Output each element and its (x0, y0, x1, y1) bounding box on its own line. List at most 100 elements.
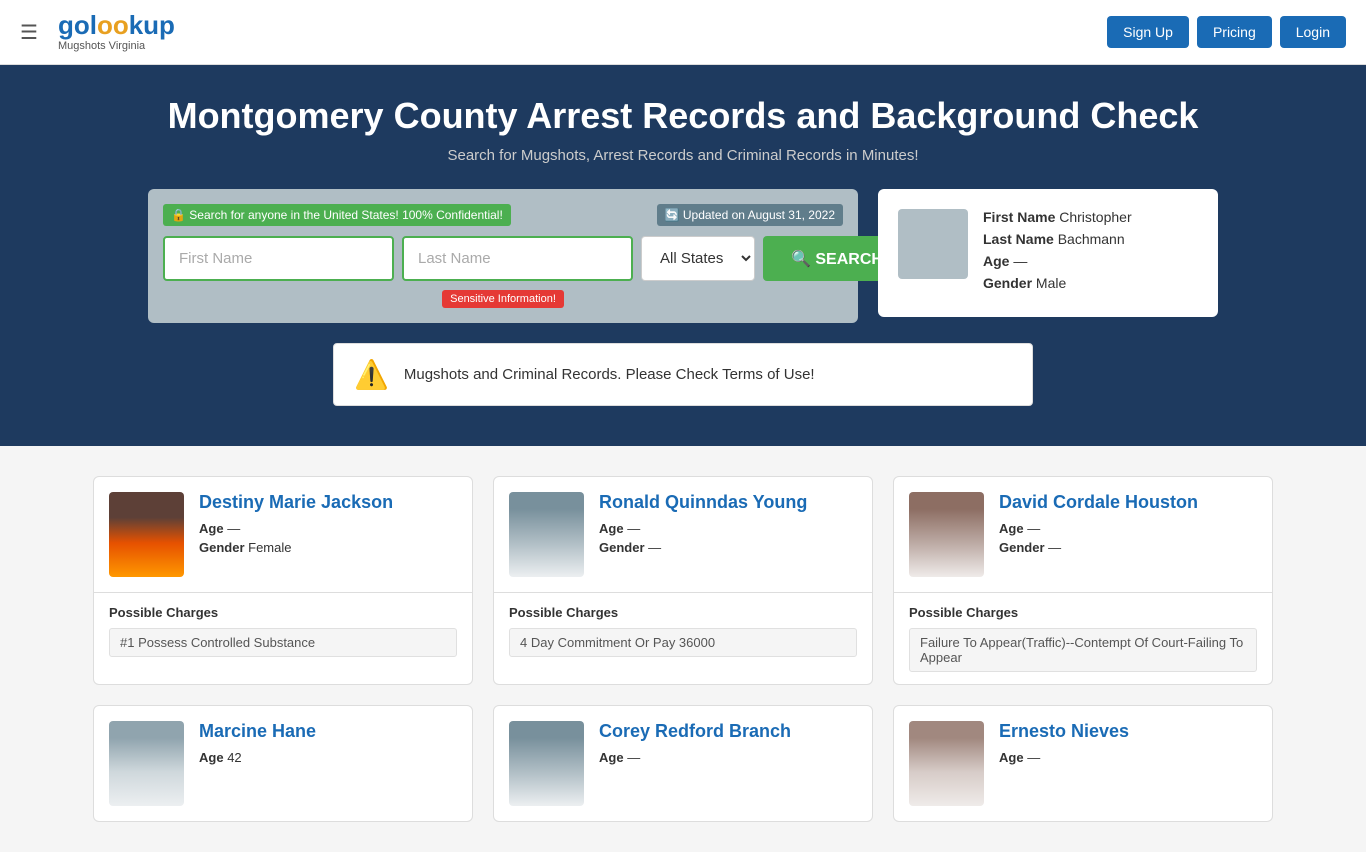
person-details: Age —Gender — (999, 521, 1198, 555)
first-name-value: Christopher (1059, 209, 1131, 225)
age-label: Age (199, 521, 224, 536)
person-details: Age 42 (199, 750, 316, 765)
charges-title: Possible Charges (109, 605, 457, 620)
person-name: Ronald Quinndas Young (599, 492, 807, 513)
hero-content: 🔒 Search for anyone in the United States… (83, 189, 1283, 323)
person-card-top: Destiny Marie Jackson Age — Gender Female (94, 477, 472, 592)
age-label: Age (199, 750, 224, 765)
hero-section: Montgomery County Arrest Records and Bac… (0, 65, 1366, 446)
person-card[interactable]: Ernesto Nieves Age — (893, 705, 1273, 822)
age-label: Age (599, 750, 624, 765)
logo-subtitle: Mugshots Virginia (58, 40, 145, 52)
search-inputs-row: All States 🔍 SEARCH (163, 236, 843, 281)
hamburger-menu-icon[interactable]: ☰ (20, 20, 38, 45)
hero-subtitle: Search for Mugshots, Arrest Records and … (20, 147, 1346, 164)
person-avatar (109, 492, 184, 577)
state-select[interactable]: All States (641, 236, 755, 281)
person-details: Age — Gender Female (199, 521, 393, 555)
people-grid: Destiny Marie Jackson Age —Gender Female… (93, 476, 1273, 822)
person-card[interactable]: Ronald Quinndas Young Age —Gender — Poss… (493, 476, 873, 685)
gender-value: — (648, 540, 661, 555)
person-name: Corey Redford Branch (599, 721, 791, 742)
person-info: Marcine Hane Age 42 (199, 721, 316, 769)
charges-title: Possible Charges (909, 605, 1257, 620)
person-details: Age —Gender — (599, 521, 807, 555)
header-buttons: Sign Up Pricing Login (1107, 16, 1346, 48)
person-info: Destiny Marie Jackson Age — Gender Female (199, 492, 393, 559)
signup-button[interactable]: Sign Up (1107, 16, 1189, 48)
warning-bar: ⚠️ Mugshots and Criminal Records. Please… (333, 343, 1033, 406)
age-value: — (627, 750, 640, 765)
profile-info: First Name Christopher Last Name Bachman… (983, 209, 1198, 297)
person-card[interactable]: Destiny Marie Jackson Age — Gender Female… (93, 476, 473, 685)
gender-value: Male (1036, 275, 1066, 291)
logo-text: golookup (58, 12, 175, 38)
person-card-top: Ernesto Nieves Age — (894, 706, 1272, 821)
last-name-label: Last Name (983, 231, 1054, 247)
sensitive-badge: Sensitive Information! (442, 290, 564, 308)
person-avatar (509, 721, 584, 806)
gender-label: Gender (983, 275, 1032, 291)
person-name: Ernesto Nieves (999, 721, 1129, 742)
hero-title: Montgomery County Arrest Records and Bac… (20, 95, 1346, 137)
charges-title: Possible Charges (509, 605, 857, 620)
gender-label: Gender (999, 540, 1045, 555)
charge-item: 4 Day Commitment Or Pay 36000 (509, 628, 857, 657)
person-card[interactable]: David Cordale Houston Age —Gender — Poss… (893, 476, 1273, 685)
age-value: 42 (227, 750, 241, 765)
charge-item: Failure To Appear(Traffic)--Contempt Of … (909, 628, 1257, 672)
login-button[interactable]: Login (1280, 16, 1346, 48)
person-name: Marcine Hane (199, 721, 316, 742)
person-info: Ernesto Nieves Age — (999, 721, 1129, 769)
first-name-label: First Name (983, 209, 1055, 225)
gender-label: Gender (599, 540, 645, 555)
age-label: Age (999, 521, 1024, 536)
age-value: — (1027, 521, 1040, 536)
person-info: Ronald Quinndas Young Age —Gender — (599, 492, 807, 559)
person-details: Age — (999, 750, 1129, 765)
header: ☰ golookup Mugshots Virginia Sign Up Pri… (0, 0, 1366, 65)
person-card-top: Corey Redford Branch Age — (494, 706, 872, 821)
gender-label: Gender (199, 540, 245, 555)
last-name-input[interactable] (402, 236, 633, 281)
gender-value: Female (248, 540, 291, 555)
profile-avatar (898, 209, 968, 279)
last-name-value: Bachmann (1058, 231, 1125, 247)
pricing-button[interactable]: Pricing (1197, 16, 1272, 48)
person-card[interactable]: Corey Redford Branch Age — (493, 705, 873, 822)
age-value: — (1013, 253, 1027, 269)
profile-card: First Name Christopher Last Name Bachman… (878, 189, 1218, 317)
charges-section: Possible Charges #1 Possess Controlled S… (94, 592, 472, 669)
warning-icon: ⚠️ (354, 358, 389, 391)
age-label: Age (999, 750, 1024, 765)
person-details: Age — (599, 750, 791, 765)
person-avatar (909, 492, 984, 577)
person-name: Destiny Marie Jackson (199, 492, 393, 513)
search-box: 🔒 Search for anyone in the United States… (148, 189, 858, 323)
search-notices: 🔒 Search for anyone in the United States… (163, 204, 843, 226)
age-label: Age (599, 521, 624, 536)
confidential-notice: 🔒 Search for anyone in the United States… (163, 204, 511, 226)
charges-section: Possible Charges Failure To Appear(Traff… (894, 592, 1272, 684)
person-card-top: Ronald Quinndas Young Age —Gender — (494, 477, 872, 592)
person-avatar (109, 721, 184, 806)
gender-value: — (1048, 540, 1061, 555)
warning-text: Mugshots and Criminal Records. Please Ch… (404, 366, 815, 383)
updated-notice: 🔄 Updated on August 31, 2022 (657, 204, 843, 226)
person-info: Corey Redford Branch Age — (599, 721, 791, 769)
person-name: David Cordale Houston (999, 492, 1198, 513)
age-value: — (227, 521, 240, 536)
person-card-top: Marcine Hane Age 42 (94, 706, 472, 821)
person-avatar (509, 492, 584, 577)
charge-item: #1 Possess Controlled Substance (109, 628, 457, 657)
age-label: Age (983, 253, 1009, 269)
main-content: Destiny Marie Jackson Age —Gender Female… (73, 476, 1293, 822)
person-info: David Cordale Houston Age —Gender — (999, 492, 1198, 559)
age-value: — (1027, 750, 1040, 765)
person-card[interactable]: Marcine Hane Age 42 (93, 705, 473, 822)
person-avatar (909, 721, 984, 806)
charges-section: Possible Charges 4 Day Commitment Or Pay… (494, 592, 872, 669)
first-name-input[interactable] (163, 236, 394, 281)
logo: golookup Mugshots Virginia (58, 12, 175, 52)
age-value: — (627, 521, 640, 536)
